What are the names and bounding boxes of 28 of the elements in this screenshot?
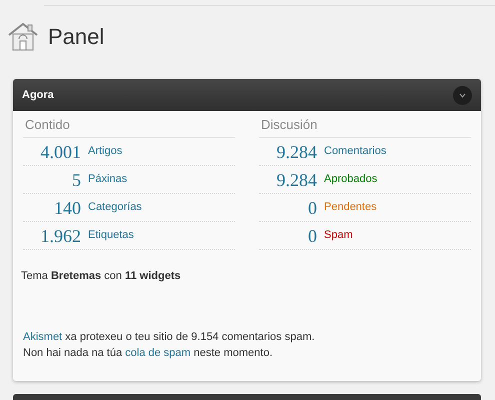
stat-link[interactable]: Aprobados	[324, 171, 378, 188]
column-heading: Contido	[23, 114, 235, 138]
akismet-text: Akismet xa protexeu o teu sitio de 9.154 comentarios spam.	[23, 330, 315, 344]
stat-link[interactable]: Comentarios	[324, 143, 386, 160]
stat-count: 140	[53, 198, 81, 216]
stat-count: 0	[307, 198, 317, 216]
house-icon	[7, 21, 39, 51]
toggle-button[interactable]	[453, 86, 472, 104]
stat-count: 5	[71, 170, 81, 188]
stat-link[interactable]: Categorías	[88, 199, 142, 216]
stat-link[interactable]: Pendentes	[324, 199, 377, 216]
stat-link[interactable]: Páxinas	[88, 171, 128, 188]
chevron-icon	[459, 92, 466, 98]
column-heading: Discusión	[259, 114, 471, 138]
theme-text: Tema Bretemas con 11 widgets	[21, 269, 181, 284]
stat-count: 9.284	[276, 142, 317, 160]
stat-count: 0	[307, 226, 317, 244]
text-link[interactable]: Akismet	[23, 330, 62, 342]
stat-link[interactable]: Artigos	[88, 143, 122, 160]
text-link[interactable]: cola de spam	[125, 346, 191, 358]
page-title: Panel	[48, 22, 104, 50]
stat-link[interactable]: Spam	[324, 227, 353, 244]
stat-link[interactable]: Etiquetas	[88, 227, 134, 244]
stat-count: 9.284	[276, 170, 317, 188]
widget-title: Agora	[22, 88, 54, 103]
stat-count: 4.001	[40, 142, 81, 160]
stat-count: 1.962	[40, 226, 81, 244]
akismet-text: Non hai nada na túa cola de spam neste momento.	[23, 346, 273, 360]
